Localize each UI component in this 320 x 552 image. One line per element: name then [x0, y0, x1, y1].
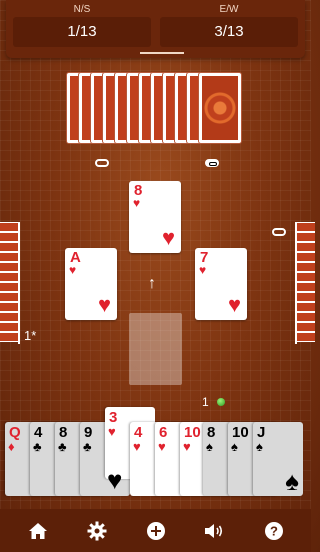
east-bid-indicator	[272, 228, 286, 236]
north-card-back	[198, 72, 242, 144]
played-card-north: 8 ♥ ♥	[129, 181, 181, 253]
hand-card-suit: ♥	[133, 439, 141, 454]
east-card-back	[297, 312, 315, 322]
east-card-back	[297, 302, 315, 312]
play-direction-arrow-icon: ↑	[148, 275, 156, 292]
player-hand: Q ♦ 4 ♣ 8 ♣ 9 ♣ 3 ♥ ♥ 4 ♥ 6 ♥ 10 ♥ 8 ♠ 10 ♠ J ♠ ♠	[5, 407, 305, 496]
east-card-back	[297, 242, 315, 252]
score-panel: N/S 1/13 E/W 3/13	[6, 0, 305, 58]
west-card-back	[0, 282, 18, 292]
score-ns-label: N/S	[73, 4, 91, 15]
west-card-back	[0, 312, 18, 322]
score-divider	[140, 52, 184, 54]
hand-card-suit: ♠	[206, 439, 213, 454]
played-card-west: A ♥ ♥	[65, 248, 117, 320]
north-bid-indicator	[95, 159, 109, 167]
east-card-back	[297, 272, 315, 282]
card-drop-zone[interactable]	[129, 313, 182, 385]
hand-card-suit-large: ♠	[285, 466, 299, 496]
turn-indicator	[217, 398, 225, 406]
east-card-back	[297, 252, 315, 262]
bottom-toolbar: ?	[0, 509, 311, 552]
hand-card: J ♠ ♠	[253, 422, 303, 496]
home-icon[interactable]	[26, 519, 50, 543]
west-card-back	[0, 332, 18, 342]
east-card-back	[297, 292, 315, 302]
east-card-back	[297, 332, 315, 342]
west-card-back	[0, 302, 18, 312]
hand-card-suit: ♣	[83, 439, 92, 454]
hand-card-suit: ♠	[256, 439, 263, 454]
west-card-back	[0, 252, 18, 262]
north-hand	[66, 72, 244, 144]
west-card-back	[0, 262, 18, 272]
east-card-back	[297, 232, 315, 242]
score-ns-value: 1/13	[13, 17, 151, 47]
east-card-back	[297, 222, 315, 232]
score-ew-label: E/W	[219, 4, 239, 15]
west-card-back	[0, 322, 18, 332]
west-hand	[0, 222, 20, 344]
hand-card-suit-large: ♥	[107, 465, 123, 495]
west-card-back	[0, 272, 18, 282]
east-card-back	[297, 322, 315, 332]
hand-card-suit: ♣	[33, 439, 42, 454]
west-card-back	[0, 232, 18, 242]
west-card-back	[0, 292, 18, 302]
score-ns: N/S 1/13	[13, 0, 151, 47]
west-trick-count: 1*	[24, 328, 37, 343]
svg-text:?: ?	[270, 524, 278, 539]
gear-icon[interactable]	[85, 519, 109, 543]
west-card-back	[0, 242, 18, 252]
played-card-east: 7 ♥ ♥	[195, 248, 247, 320]
help-icon[interactable]: ?	[262, 519, 286, 543]
hand-card-suit: ♦	[8, 439, 15, 454]
hand-card-suit: ♠	[231, 439, 238, 454]
score-ew-value: 3/13	[160, 17, 298, 47]
hand-card-suit: ♥	[183, 439, 191, 454]
south-trick-count: 1	[202, 395, 209, 409]
east-active-indicator	[205, 159, 219, 167]
hand-card-suit: ♥	[158, 439, 166, 454]
plus-icon[interactable]	[144, 519, 168, 543]
east-card-back	[297, 282, 315, 292]
hand-card-suit: ♣	[58, 439, 67, 454]
west-card-back	[0, 222, 18, 232]
hand-card-suit: ♥	[108, 424, 116, 439]
sound-icon[interactable]	[203, 519, 227, 543]
east-hand	[295, 222, 315, 344]
east-card-back	[297, 262, 315, 272]
score-ew: E/W 3/13	[160, 0, 298, 47]
